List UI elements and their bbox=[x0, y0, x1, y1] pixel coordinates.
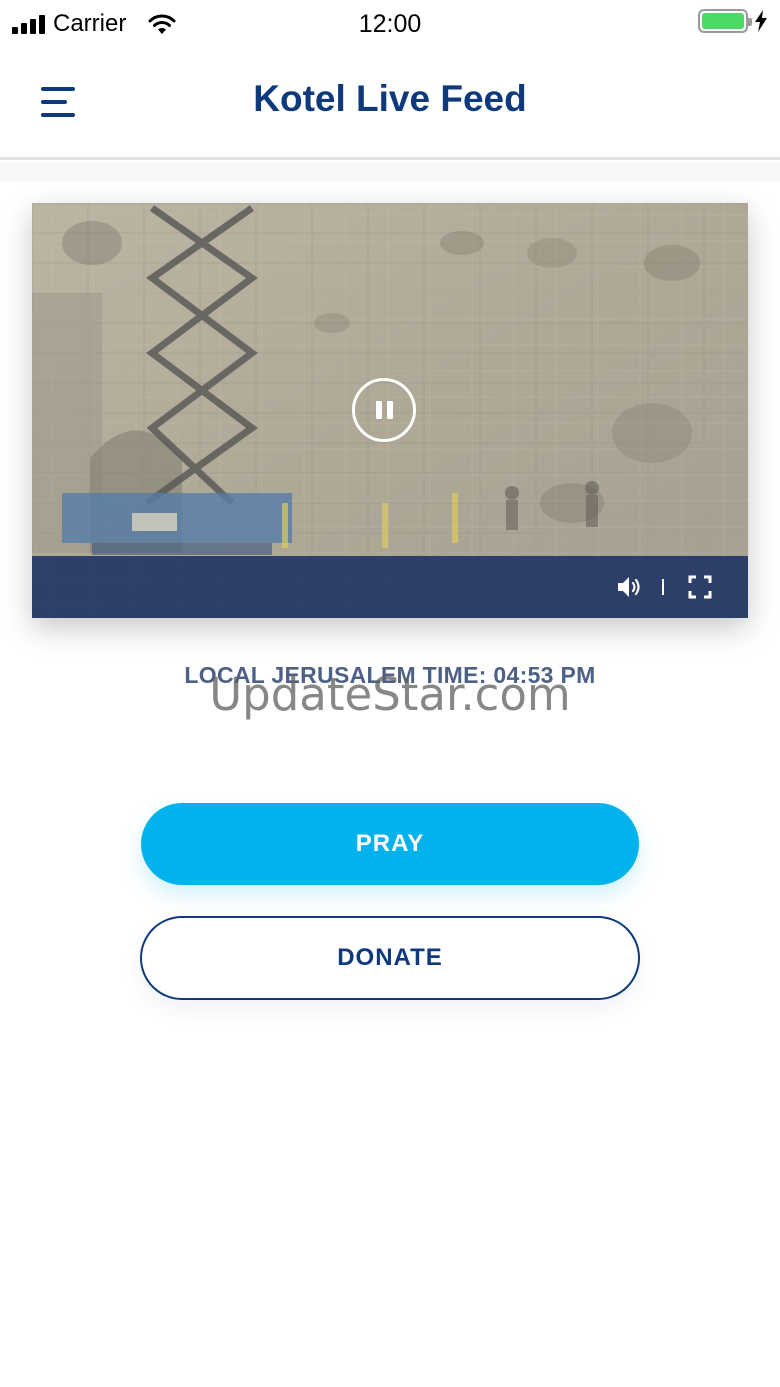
page-title: Kotel Live Feed bbox=[253, 78, 527, 119]
battery-icon bbox=[698, 9, 752, 33]
fullscreen-icon[interactable] bbox=[688, 575, 712, 599]
battery-cap bbox=[748, 18, 752, 26]
status-right bbox=[698, 9, 768, 33]
pause-icon bbox=[375, 401, 382, 419]
watermark: UpdateStar.com bbox=[209, 668, 571, 721]
lightning-bolt-icon bbox=[755, 10, 767, 32]
video-controls-bar bbox=[32, 556, 748, 618]
pause-button[interactable] bbox=[352, 378, 416, 442]
status-bar: Carrier 12:00 bbox=[0, 0, 780, 48]
pray-button[interactable]: PRAY bbox=[141, 803, 639, 885]
donate-button[interactable]: DONATE bbox=[140, 916, 640, 1000]
status-time: 12:00 bbox=[358, 10, 422, 38]
live-video-player[interactable] bbox=[32, 203, 748, 618]
controls-divider bbox=[662, 579, 664, 595]
content-background bbox=[0, 163, 780, 181]
nav-bar: Kotel Live Feed bbox=[0, 48, 780, 160]
battery-fill bbox=[702, 13, 744, 29]
volume-icon[interactable] bbox=[616, 574, 644, 600]
